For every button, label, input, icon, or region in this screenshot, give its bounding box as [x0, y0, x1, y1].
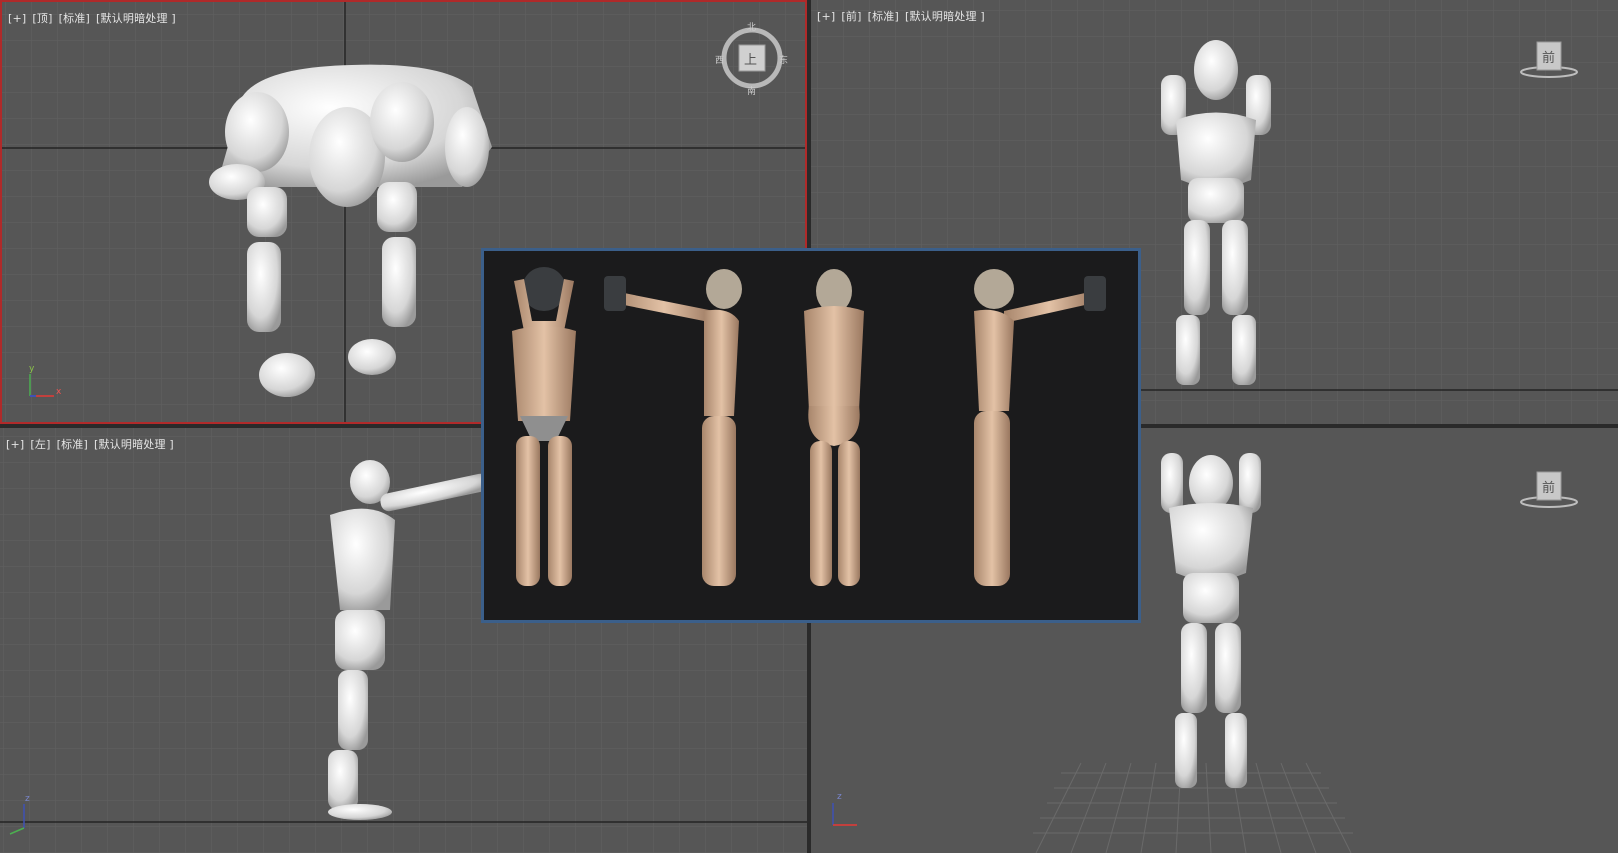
viewcube[interactable]: 前 — [1519, 40, 1579, 82]
compass-east: 东 — [779, 56, 789, 66]
mannequin-model[interactable] — [1141, 443, 1281, 808]
mannequin-model[interactable] — [1146, 30, 1286, 395]
shading-mode[interactable]: [标准] — [57, 438, 88, 451]
compass-north: 北 — [747, 23, 757, 33]
axis-z-label: z — [25, 794, 30, 804]
cube-face-label: 前 — [1542, 51, 1556, 66]
axis-x-label: x — [56, 387, 62, 397]
lighting-mode[interactable]: [默认明暗处理 ] — [94, 438, 174, 451]
view-name[interactable]: [顶] — [32, 12, 52, 25]
view-name[interactable]: [左] — [30, 438, 50, 451]
reference-figures — [512, 267, 1106, 586]
viewport-menu[interactable]: [+] — [817, 10, 835, 23]
axis-z-label: z — [837, 792, 842, 802]
cube-face-label: 前 — [1542, 481, 1556, 496]
shading-mode[interactable]: [标准] — [868, 10, 899, 23]
viewport-label[interactable]: [+] [前] [标准] [默认明暗处理 ] — [817, 8, 991, 24]
viewport-label[interactable]: [+] [顶] [标准] [默认明暗处理 ] — [8, 10, 182, 26]
viewport-menu[interactable]: [+] — [6, 438, 24, 451]
lighting-mode[interactable]: [默认明暗处理 ] — [905, 10, 985, 23]
view-name[interactable]: [前] — [841, 10, 861, 23]
compass-west: 西 — [715, 56, 725, 66]
cube-face-label: 上 — [744, 53, 758, 68]
lighting-mode[interactable]: [默认明暗处理 ] — [96, 12, 176, 25]
viewport-label[interactable]: [+] [左] [标准] [默认明暗处理 ] — [6, 436, 180, 452]
viewcube[interactable]: 前 — [1519, 470, 1579, 512]
compass-south: 南 — [747, 87, 757, 97]
axis-tripod — [9, 804, 25, 835]
mannequin-model[interactable] — [202, 57, 512, 417]
axis-tripod — [832, 803, 857, 826]
viewcube[interactable]: 上 北 南 西 东 — [715, 22, 789, 97]
reference-image — [481, 248, 1141, 623]
viewport-menu[interactable]: [+] — [8, 12, 26, 25]
mannequin-model[interactable] — [320, 460, 490, 820]
axis-y-label: y — [29, 364, 35, 374]
shading-mode[interactable]: [标准] — [59, 12, 90, 25]
